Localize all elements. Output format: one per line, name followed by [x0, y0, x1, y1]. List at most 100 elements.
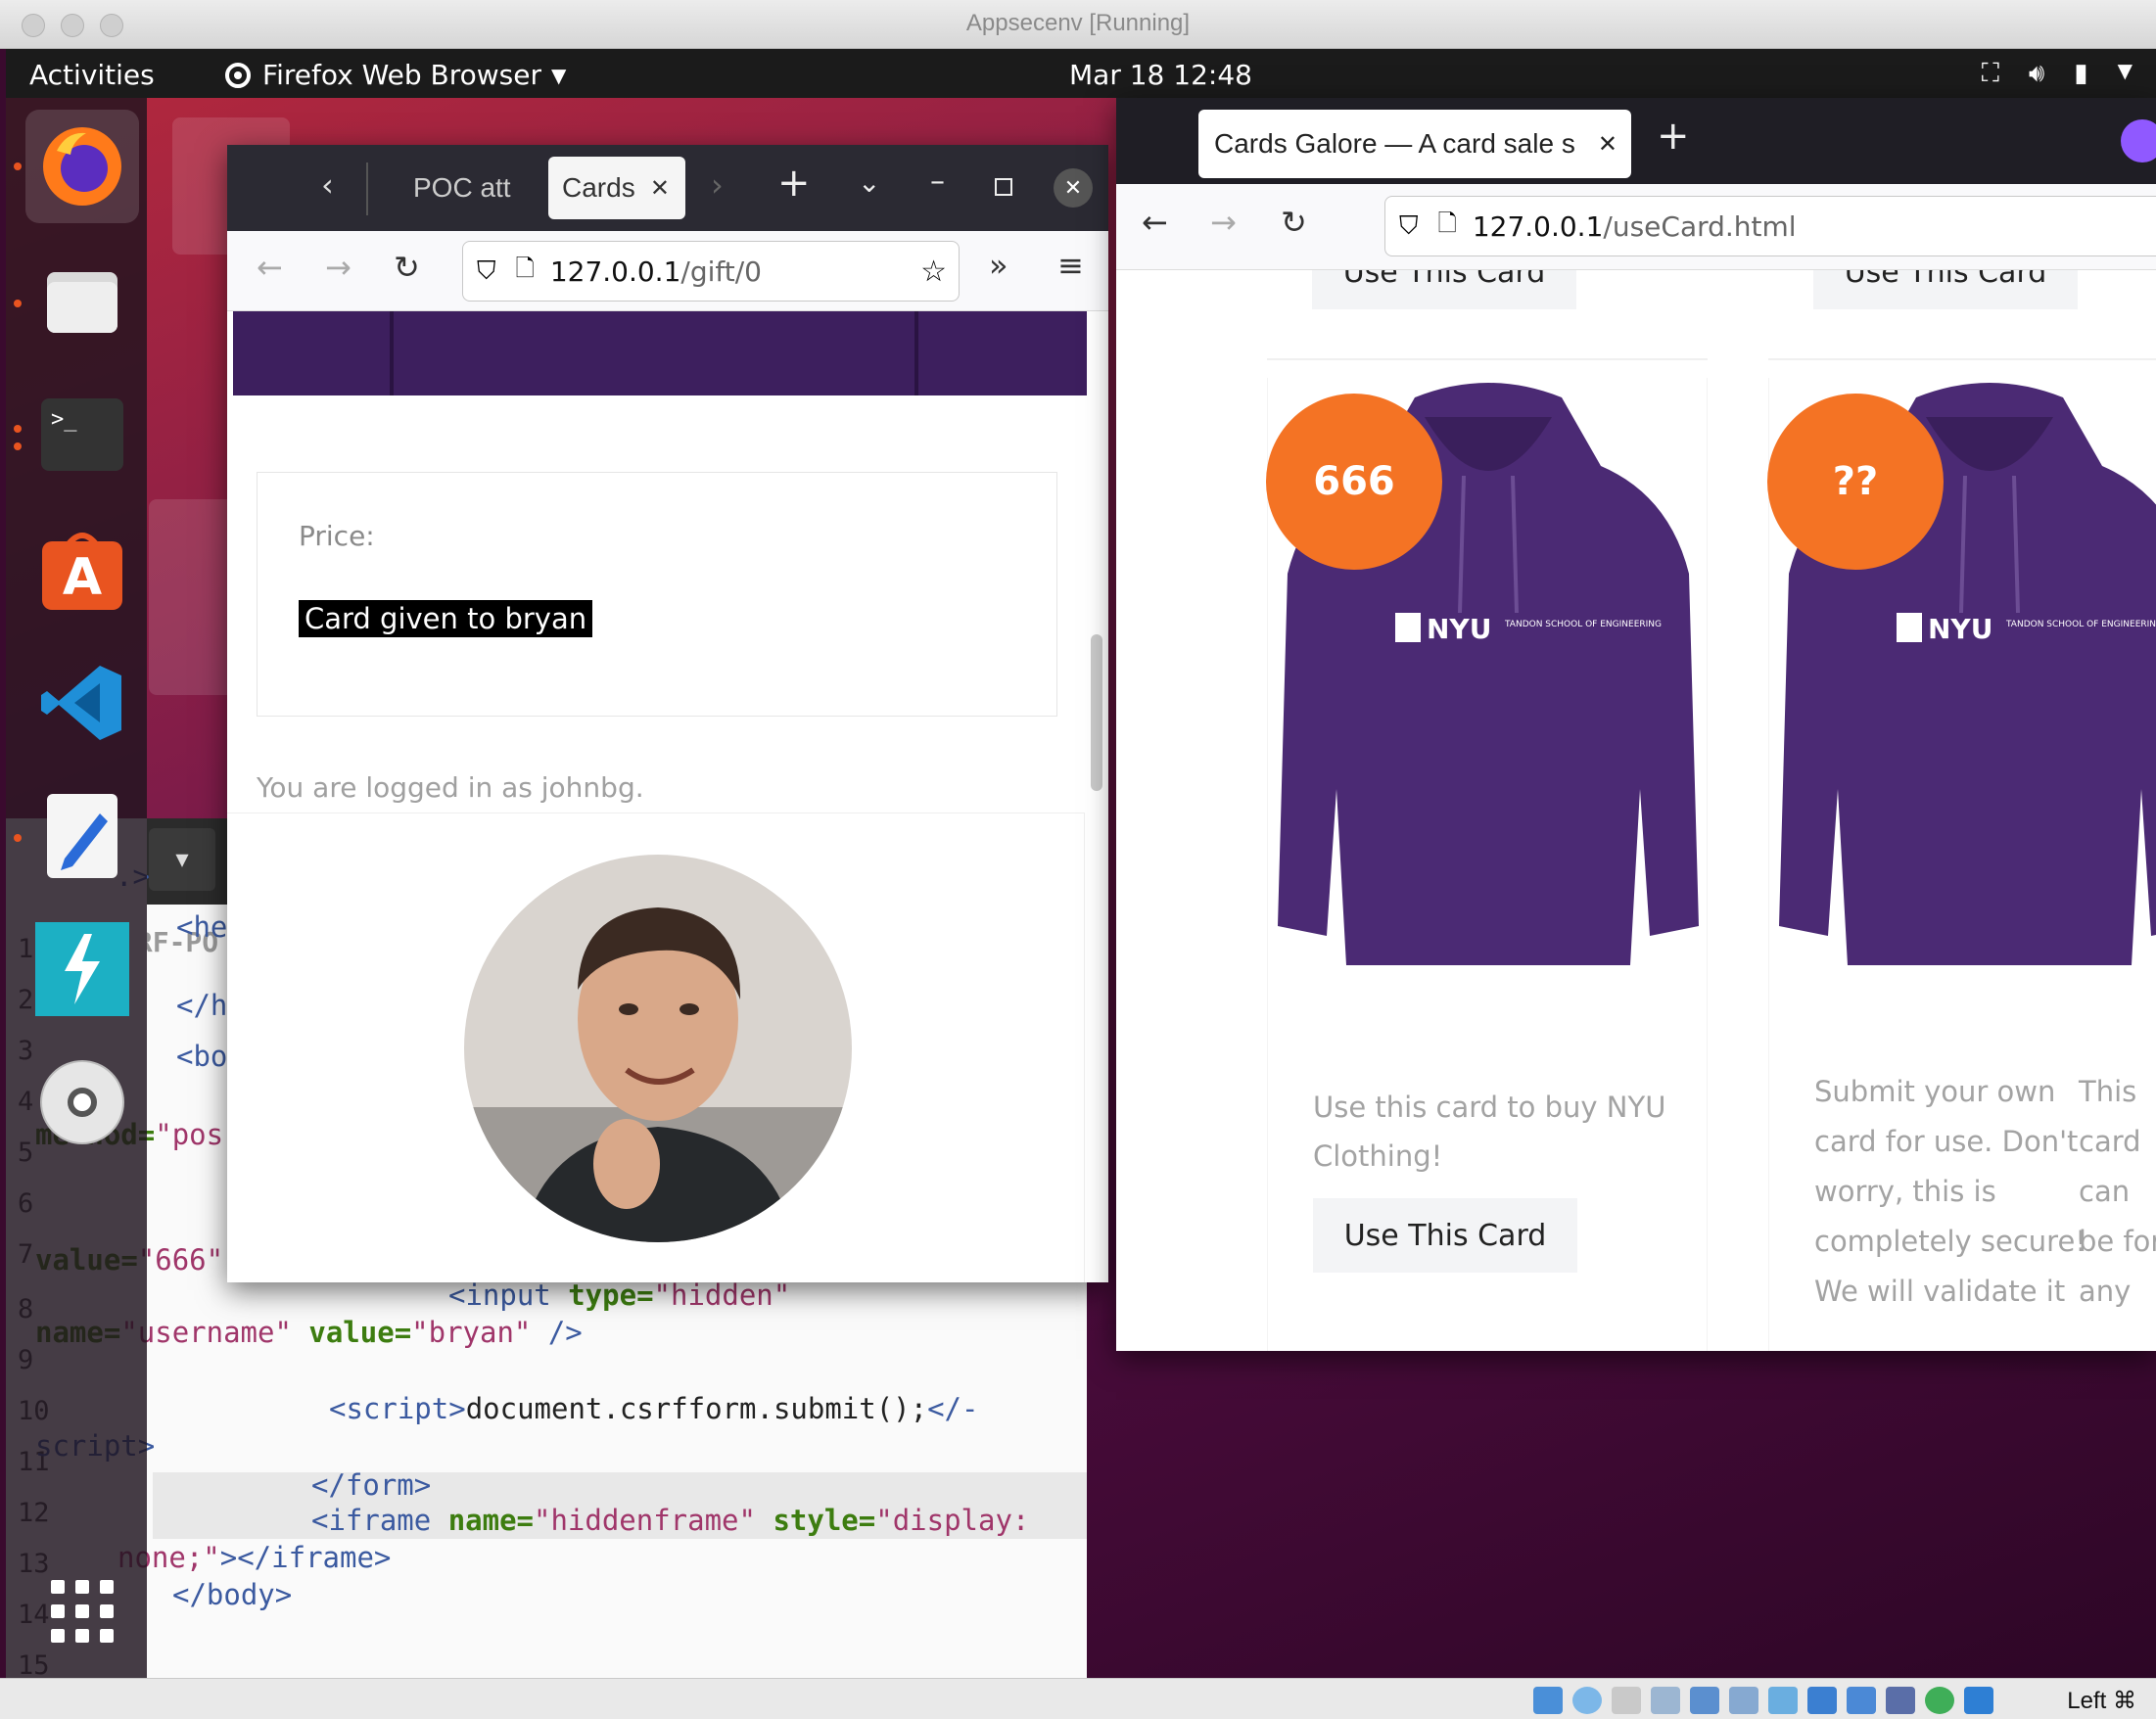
code-token: </form> — [311, 1468, 432, 1502]
menu-hamburger-icon[interactable]: ≡ — [1057, 247, 1084, 284]
description-line: Submit your own — [1814, 1075, 2056, 1108]
tab-bar: ‹ POC att Cards ✕ › + ⌄ – ✕ — [227, 145, 1108, 231]
mouse-integration-icon[interactable] — [1925, 1687, 1954, 1714]
ubuntu-dock: >_ A — [6, 98, 147, 1678]
tab-scroll-right-button[interactable]: › — [711, 166, 724, 204]
tab-cards-galore[interactable]: Cards Galore — A card sale s ✕ — [1198, 110, 1631, 178]
dock-text-editor[interactable] — [25, 779, 139, 893]
vm-status-bar: Left ⌘ — [0, 1678, 2156, 1719]
back-button[interactable]: ← — [1142, 204, 1168, 241]
url-bar[interactable]: ⛉ 🗋︎ 127.0.0.1 /useCard.html — [1384, 196, 2156, 256]
code-token: <he — [176, 910, 228, 944]
app-menu-label: Firefox Web Browser — [262, 59, 541, 91]
floppy-icon[interactable] — [1612, 1687, 1641, 1714]
app-grid-icon — [51, 1580, 114, 1643]
shared-folders-icon[interactable] — [1768, 1687, 1798, 1714]
navigation-toolbar: ← → ↻ ⛉ 🗋︎ 127.0.0.1 /useCard.html — [1116, 184, 2156, 270]
hoodie-image-strip — [233, 311, 1087, 395]
code-line: </form> — [311, 1468, 431, 1502]
usb-icon[interactable] — [1729, 1687, 1758, 1714]
dock-burp[interactable] — [25, 912, 139, 1026]
url-bar[interactable]: ⛉ 🗋︎ 127.0.0.1 /gift/0 ☆ — [462, 241, 960, 302]
code-token: <bo — [176, 1040, 228, 1073]
code-line: <iframe name="hiddenframe" style="displa… — [311, 1504, 1030, 1537]
dock-vscode[interactable] — [25, 646, 139, 760]
card-description: Use this card to buy NYU Clothing! — [1313, 1083, 1665, 1181]
page-icon: 🗋︎ — [1437, 209, 1457, 237]
cpu-icon[interactable] — [1886, 1687, 1915, 1714]
code-token: value — [308, 1316, 395, 1349]
close-button[interactable]: ✕ — [1054, 168, 1093, 208]
activities-button[interactable]: Activities — [29, 59, 155, 91]
list-all-tabs-button[interactable]: ⌄ — [858, 166, 880, 199]
tab-label: Cards Galore — A card sale s — [1214, 128, 1575, 159]
tab-cards[interactable]: Cards ✕ — [548, 157, 685, 219]
code-token: <iframe — [311, 1504, 448, 1537]
url-host: 127.0.0.1 — [1472, 209, 1604, 243]
app-store-icon: A — [42, 533, 122, 610]
back-button[interactable]: ← — [257, 249, 283, 286]
description-line: worry, this is — [1814, 1175, 1996, 1208]
recording-icon[interactable] — [1847, 1687, 1876, 1714]
forward-button[interactable]: → — [325, 249, 352, 286]
close-tab-icon[interactable]: ✕ — [1598, 130, 1617, 159]
dock-software[interactable]: A — [25, 513, 139, 627]
system-tray[interactable]: ⛶ 🔊︎ ▮ ▼ — [1982, 59, 2133, 89]
tab-poc[interactable]: POC att — [399, 157, 527, 219]
dock-terminal[interactable]: >_ — [25, 378, 139, 491]
description-line: card for use. Don't — [1814, 1125, 2079, 1158]
dock-firefox[interactable] — [25, 110, 139, 223]
firefox-window-gift: ‹ POC att Cards ✕ › + ⌄ – ✕ ← → ↻ ⛉ 🗋︎ 1… — [227, 145, 1108, 1282]
tab-scroll-left-button[interactable]: ‹ — [321, 166, 334, 204]
reload-button[interactable]: ↻ — [394, 249, 420, 286]
dock-disc[interactable] — [25, 1045, 139, 1159]
editor-dropdown-button[interactable]: ▼ — [149, 828, 215, 891]
use-card-button[interactable]: Use This Card — [1313, 1198, 1577, 1273]
dock-files[interactable] — [25, 245, 139, 358]
new-tab-button[interactable]: + — [777, 161, 811, 206]
new-tab-button[interactable]: + — [1657, 114, 1690, 159]
overflow-chevron-icon[interactable]: » — [989, 247, 1008, 284]
code-token: "hidden" — [653, 1278, 791, 1312]
close-tab-icon[interactable]: ✕ — [650, 174, 670, 203]
bookmark-star-icon[interactable]: ☆ — [920, 255, 947, 289]
network-icon: ⛶ — [1981, 59, 1999, 88]
hard-disk-icon[interactable] — [1533, 1687, 1563, 1714]
page-icon: 🗋︎ — [515, 254, 535, 282]
selected-text: Card given to bryan — [299, 600, 593, 637]
app-menu[interactable]: Firefox Web Browser ▼ — [223, 59, 566, 91]
tab-label: Cards — [562, 172, 635, 203]
forward-button[interactable]: → — [1210, 204, 1237, 241]
description-line: Use this card to buy NYU — [1313, 1091, 1666, 1124]
description-line: We will validate it — [1814, 1275, 2066, 1308]
dock-show-apps[interactable] — [25, 1555, 139, 1668]
code-token: </body> — [172, 1578, 293, 1611]
use-card-button[interactable]: Use This Card — [1312, 270, 1576, 309]
scrollbar-thumb[interactable] — [1091, 634, 1102, 791]
maximize-button[interactable] — [995, 178, 1012, 196]
extension-icon[interactable] — [2121, 119, 2156, 163]
code-token: style — [773, 1504, 859, 1537]
network-adapter-icon[interactable] — [1690, 1687, 1719, 1714]
reload-button[interactable]: ↻ — [1281, 204, 1307, 241]
shield-icon: ⛉ — [477, 256, 496, 286]
optical-drive-icon[interactable] — [1572, 1687, 1602, 1714]
files-icon — [47, 272, 117, 333]
nyu-logo-text: NYU — [1928, 613, 1992, 645]
code-token: name — [447, 1504, 517, 1537]
audio-icon[interactable] — [1651, 1687, 1680, 1714]
display-icon[interactable] — [1807, 1687, 1837, 1714]
code-token: ></iframe> — [219, 1541, 392, 1574]
keyboard-capture-icon[interactable] — [1964, 1687, 1993, 1714]
svg-text:A: A — [63, 548, 102, 607]
url-host: 127.0.0.1 — [549, 255, 681, 288]
host-window-title: Appsecenv [Running] — [965, 10, 1191, 36]
clock[interactable]: Mar 18 12:48 — [1069, 59, 1252, 91]
code-token: "666" — [137, 1243, 224, 1277]
url-path: /useCard.html — [1603, 209, 1797, 243]
code-token: "pos — [155, 1118, 224, 1151]
chevron-down-icon: ▼ — [550, 63, 567, 87]
use-card-button[interactable]: Use This Card — [1813, 270, 2078, 309]
minimize-button[interactable]: – — [930, 164, 945, 199]
disc-icon — [40, 1060, 124, 1144]
